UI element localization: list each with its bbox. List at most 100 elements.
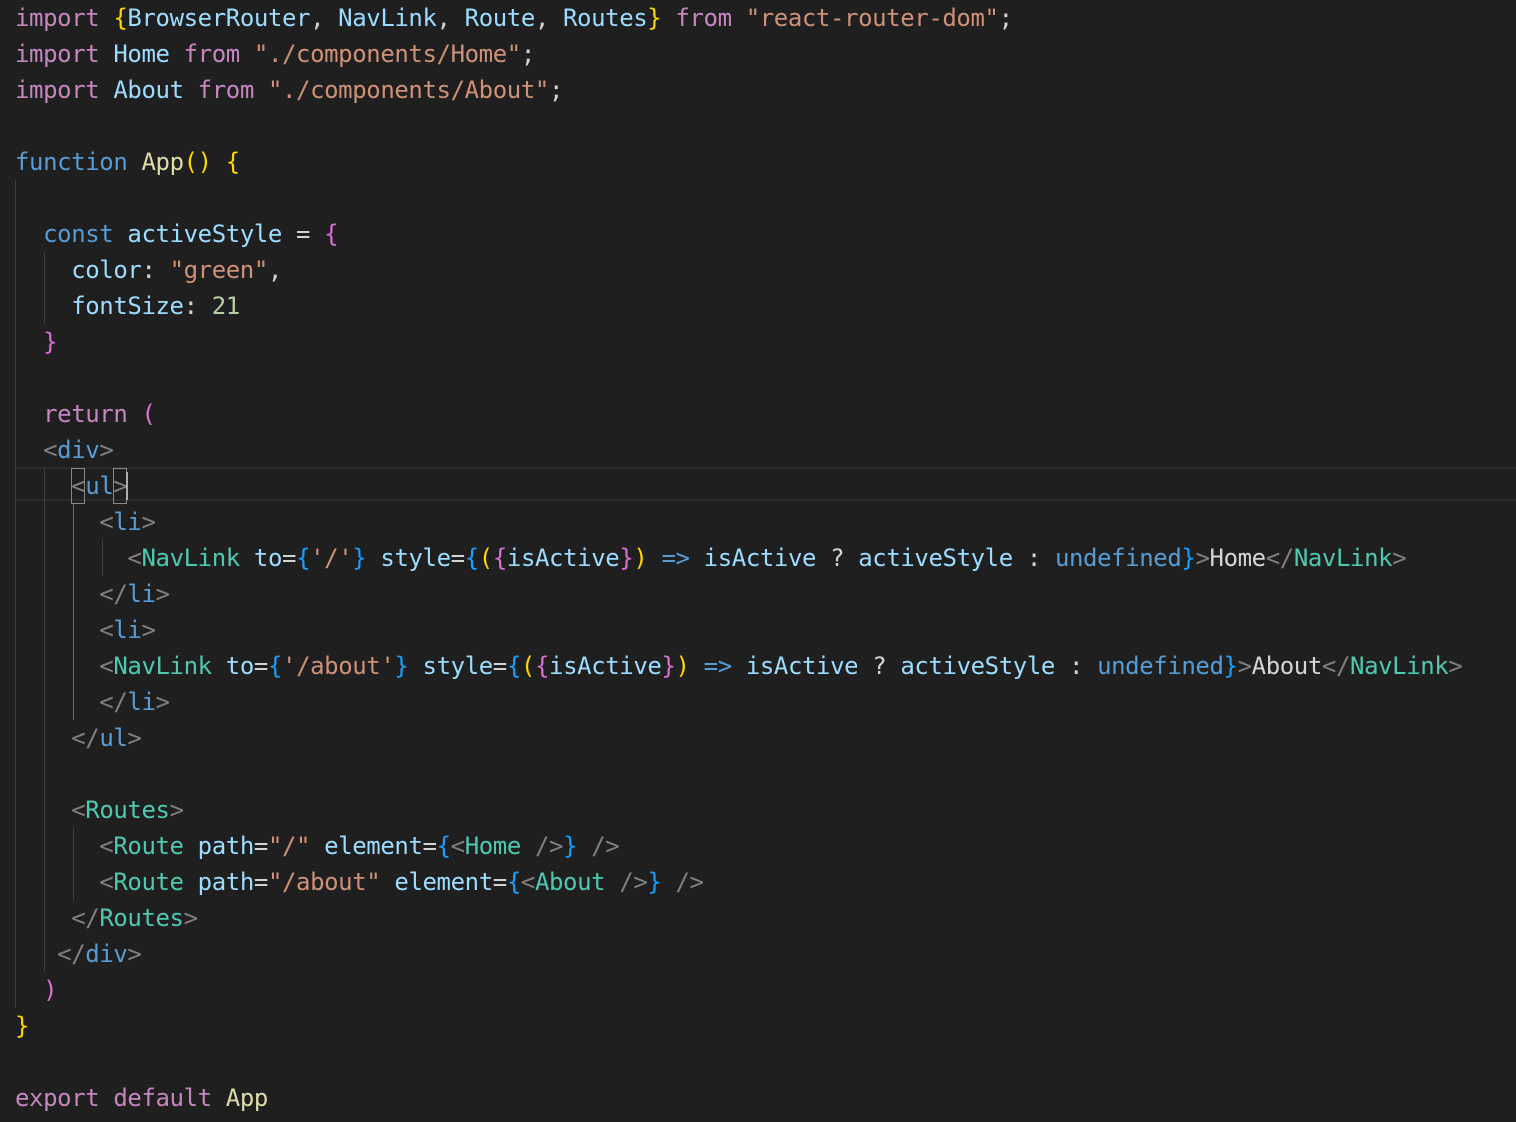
code-token: < — [71, 468, 86, 504]
code-token: NavLink — [1350, 652, 1449, 680]
code-token: activeStyle — [858, 544, 1013, 572]
code-token: style — [380, 544, 451, 572]
code-token: , — [436, 4, 465, 32]
code-token: } — [619, 544, 634, 572]
code-token: } — [43, 328, 58, 356]
code-token: = — [253, 868, 268, 896]
code-token: import — [15, 76, 100, 104]
code-token: isActive — [549, 652, 662, 680]
code-token: undefined — [1097, 652, 1224, 680]
code-token: , — [534, 4, 563, 32]
code-token: ul — [99, 724, 128, 752]
code-token: { — [296, 544, 311, 572]
code-token: /> — [534, 832, 564, 860]
code-token: = — [492, 868, 507, 896]
code-token: , — [267, 256, 282, 284]
code-token: li — [113, 616, 142, 644]
code-token: { — [225, 148, 240, 176]
code-token: from — [197, 76, 255, 104]
code-token: = — [253, 832, 268, 860]
code-token: ; — [998, 4, 1013, 32]
code-token: 21 — [211, 292, 241, 320]
code-line: <Routes> — [15, 792, 184, 828]
code-token: > — [183, 904, 198, 932]
code-token: '/' — [310, 544, 353, 572]
code-line: <NavLink to={'/about'} style={({isActive… — [15, 648, 1463, 684]
code-token: ( — [141, 400, 156, 428]
code-token: = — [253, 652, 268, 680]
code-token: import — [15, 4, 100, 32]
code-line: fontSize: 21 — [15, 288, 240, 324]
code-token: > — [155, 580, 170, 608]
code-token: li — [127, 580, 156, 608]
code-line: import Home from "./components/Home"; — [15, 36, 535, 72]
code-token: App — [225, 1084, 269, 1112]
code-token: => — [661, 544, 691, 572]
code-token: : — [183, 292, 212, 320]
code-token: isActive — [703, 544, 817, 572]
code-token: Routes — [563, 4, 648, 32]
code-line: import {BrowserRouter, NavLink, Route, R… — [15, 0, 1013, 36]
code-token: } — [661, 652, 676, 680]
code-editor[interactable]: import {BrowserRouter, NavLink, Route, R… — [0, 0, 1516, 1122]
code-token: { — [492, 544, 507, 572]
code-token: path — [197, 868, 255, 896]
code-token: return — [43, 400, 128, 428]
code-token: NavLink — [338, 4, 437, 32]
code-token: "/" — [267, 832, 311, 860]
code-token: const — [43, 220, 114, 248]
code-token: "/about" — [267, 868, 381, 896]
code-token: } — [1181, 544, 1196, 572]
code-token: < — [43, 436, 58, 464]
code-token: > — [169, 796, 184, 824]
code-token: </ — [71, 904, 100, 932]
code-token: Route — [113, 868, 184, 896]
code-token: style — [422, 652, 494, 680]
code-token: element — [324, 832, 423, 860]
code-line: color: "green", — [15, 252, 282, 288]
code-token: ( — [520, 652, 535, 680]
code-token: > — [127, 724, 142, 752]
code-token: </ — [99, 580, 128, 608]
code-token: Route — [464, 4, 536, 32]
code-line: <li> — [15, 612, 156, 648]
code-token: About — [113, 76, 184, 104]
code-token: < — [99, 868, 114, 896]
code-token: Home — [464, 832, 522, 860]
code-token: div — [85, 940, 128, 968]
code-line: function App() { — [15, 144, 240, 180]
code-line: <Route path="/" element={<Home />} /> — [15, 828, 619, 864]
code-token: NavLink — [141, 544, 240, 572]
text-cursor — [126, 472, 128, 500]
code-token: { — [506, 868, 521, 896]
code-token: { — [113, 4, 128, 32]
code-token: ; — [548, 76, 563, 104]
code-token: : — [1012, 544, 1055, 572]
code-token: import — [15, 40, 100, 68]
code-token: </ — [1265, 544, 1295, 572]
code-token: < — [450, 832, 465, 860]
code-token: : — [1054, 652, 1098, 680]
code-token: ( — [478, 544, 493, 572]
code-token: : — [141, 256, 170, 284]
code-token: activeStyle — [900, 652, 1055, 680]
code-token: to — [253, 544, 283, 572]
